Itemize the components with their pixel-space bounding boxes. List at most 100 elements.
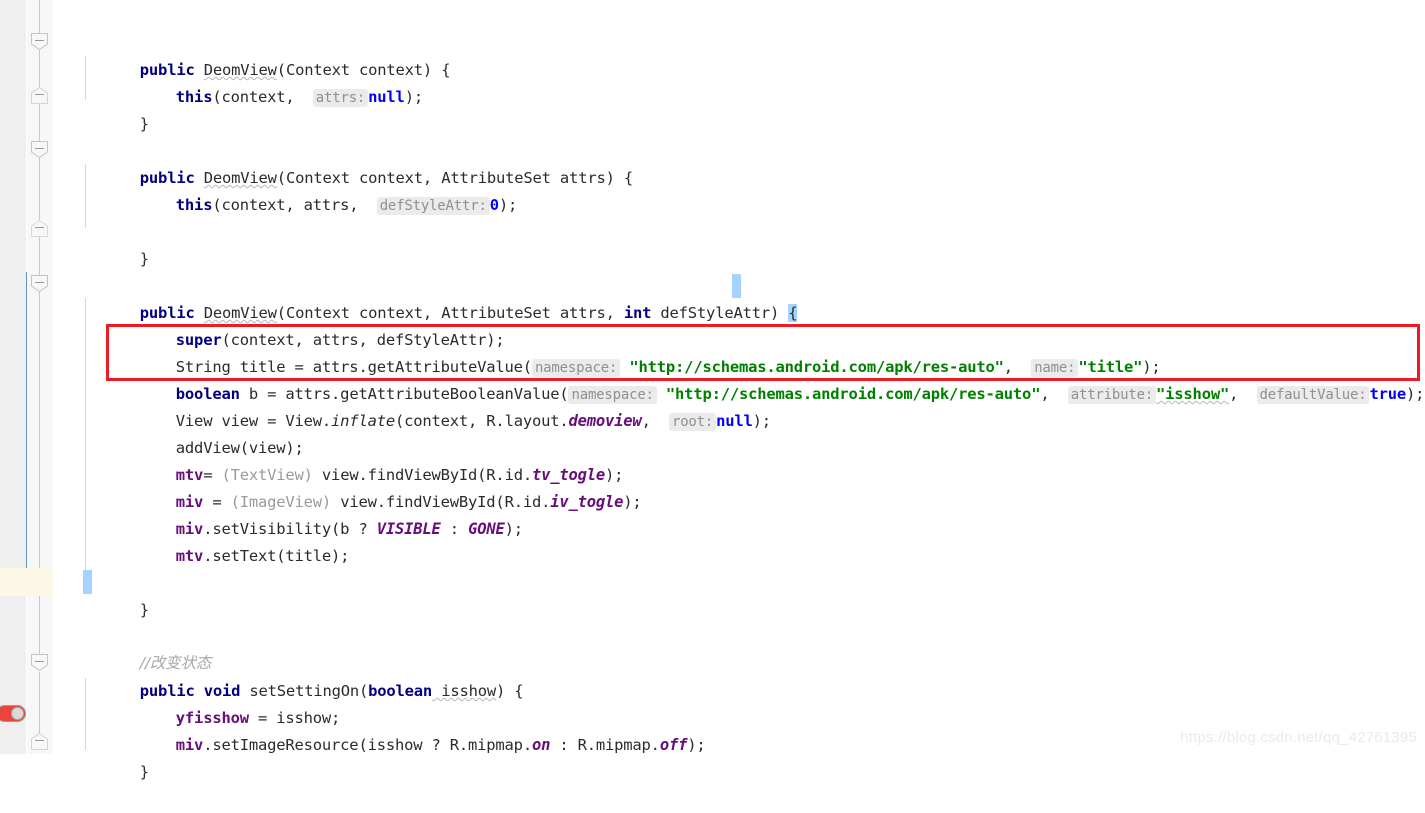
token-field-mtv: mtv <box>175 547 204 565</box>
token-tail: ); <box>623 493 642 511</box>
fold-marker-collapse[interactable] <box>31 141 48 158</box>
token-tail: defStyleAttr) <box>651 304 789 322</box>
token-static-off: off <box>659 736 688 754</box>
fold-marker-collapse[interactable] <box>31 275 48 292</box>
token-open-paren: ( <box>359 682 369 700</box>
token-colon: : R.mipmap. <box>550 736 660 754</box>
fold-collapse-icon <box>31 33 48 50</box>
token-tail: ); <box>498 196 518 214</box>
param-hint-root: root: <box>668 413 717 431</box>
code-line[interactable]: miv = (ImageView) view.findViewById(R.id… <box>121 462 642 511</box>
code-line[interactable]: public DeomView(Context context) { <box>85 30 451 79</box>
token-args: (context, R.layout. <box>394 412 569 430</box>
fold-collapse-icon <box>31 141 48 158</box>
token-param-isshow: isshow <box>432 682 497 700</box>
token-tail: ); <box>687 736 706 754</box>
token-sep2: attrs, <box>550 304 624 322</box>
token-keyword-boolean: boolean <box>368 682 433 700</box>
fold-expand-icon <box>31 220 48 237</box>
token-call: .setText(title); <box>203 547 350 565</box>
fold-minus-glyph <box>35 282 44 283</box>
fold-minus-glyph <box>35 227 44 228</box>
code-line[interactable]: String title = attrs.getAttributeValue(n… <box>121 327 1161 377</box>
editor-gutter[interactable] <box>0 0 26 754</box>
fold-connector <box>39 236 40 278</box>
code-line[interactable]: this(context, attrs, defStyleAttr: 0); <box>121 165 517 215</box>
token-field-miv: miv <box>175 736 204 754</box>
code-line[interactable]: public DeomView(Context context, Attribu… <box>85 138 633 187</box>
fold-connector <box>39 0 40 36</box>
code-line[interactable]: miv.setImageResource(isshow ? R.mipmap.o… <box>121 705 706 754</box>
token-null: null <box>368 88 405 106</box>
token-tail: ); <box>1406 385 1425 403</box>
fold-connector <box>39 672 40 734</box>
param-hint-attrs: attrs: <box>312 89 369 107</box>
fold-minus-glyph <box>35 148 44 149</box>
fold-marker-expand[interactable] <box>31 87 48 104</box>
token-tail: ); <box>504 520 523 538</box>
watermark-url: https://blog.csdn.net/qq_42761395 <box>1180 729 1417 746</box>
token-args: (context, <box>212 88 313 106</box>
fold-marker-collapse[interactable] <box>31 654 48 671</box>
token-comma2: , <box>1229 385 1257 403</box>
toggle-knob <box>11 707 24 720</box>
token-static-iv-togle: iv_togle <box>550 493 624 511</box>
token-close-brace: } <box>139 763 149 781</box>
token-close-brace: } <box>139 601 149 619</box>
code-line[interactable]: View view = View.inflate(context, R.layo… <box>121 381 771 431</box>
fold-marker-expand[interactable] <box>31 220 48 237</box>
code-folding-column[interactable] <box>27 0 53 754</box>
token-tail: ) { <box>496 682 524 700</box>
code-text-surface[interactable]: public DeomView(Context context) { this(… <box>53 0 1425 781</box>
fold-marker-expand[interactable] <box>31 733 48 750</box>
code-line[interactable]: } <box>85 219 149 268</box>
code-line[interactable]: super(context, attrs, defStyleAttr); <box>121 300 505 349</box>
token-zero: 0 <box>489 196 499 214</box>
token-tail: attrs) { <box>550 169 633 187</box>
fold-minus-glyph <box>35 740 44 741</box>
token-method-inflate: inflate <box>331 412 395 430</box>
fold-connector <box>39 50 40 90</box>
token-static-on: on <box>531 736 551 754</box>
token-static-visible: VISIBLE <box>376 520 441 538</box>
fold-connector <box>39 590 40 658</box>
fold-expand-icon <box>31 87 48 104</box>
token-keyword-this: this <box>175 196 213 214</box>
fold-minus-glyph <box>35 40 44 41</box>
fold-minus-glyph <box>35 661 44 662</box>
code-line[interactable]: yfisshow = isshow; <box>121 678 341 727</box>
code-line[interactable]: } <box>85 732 149 781</box>
fold-connector <box>39 104 40 144</box>
code-line[interactable]: //改变状态 <box>85 623 211 672</box>
code-line[interactable]: mtv= (TextView) view.findViewById(R.id.t… <box>121 435 624 484</box>
param-hint-defstyleattr: defStyleAttr: <box>376 197 490 215</box>
code-line[interactable]: miv.setVisibility(b ? VISIBLE : GONE); <box>121 489 523 538</box>
fold-expand-icon <box>31 733 48 750</box>
code-line[interactable]: } <box>85 84 149 133</box>
token-keyword-int: int <box>623 304 652 322</box>
code-line[interactable]: public void setSettingOn(boolean isshow)… <box>85 651 524 700</box>
token-close-brace: } <box>139 250 149 268</box>
token-call: .setImageResource(isshow ? R.mipmap. <box>203 736 532 754</box>
fold-minus-glyph <box>35 94 44 95</box>
token-tail: ); <box>404 88 423 106</box>
code-line[interactable]: boolean b = attrs.getAttributeBooleanVal… <box>121 354 1424 404</box>
code-line[interactable]: this(context, attrs: null); <box>121 57 423 107</box>
token-comma: , <box>641 412 669 430</box>
token-tail: ); <box>752 412 771 430</box>
fold-connector <box>39 292 40 574</box>
fold-marker-collapse[interactable] <box>31 33 48 50</box>
token-keyword-this: this <box>175 88 213 106</box>
fold-collapse-icon <box>31 654 48 671</box>
param-hint-defaultvalue: defaultValue: <box>1256 386 1370 404</box>
code-line[interactable]: public DeomView(Context context, Attribu… <box>85 273 798 322</box>
code-line[interactable]: mtv.setText(title); <box>121 516 350 565</box>
token-open-brace: { <box>788 304 798 322</box>
code-line-caret[interactable]: } <box>85 570 149 619</box>
code-editor-viewport[interactable]: public DeomView(Context context) { this(… <box>0 0 1425 781</box>
token-close-brace: } <box>139 115 149 133</box>
token-string-isshow: "isshow" <box>1156 385 1230 403</box>
on-off-toggle-icon[interactable] <box>0 705 26 722</box>
param-hint-attribute: attribute: <box>1067 386 1157 404</box>
code-line[interactable]: addView(view); <box>121 408 304 457</box>
